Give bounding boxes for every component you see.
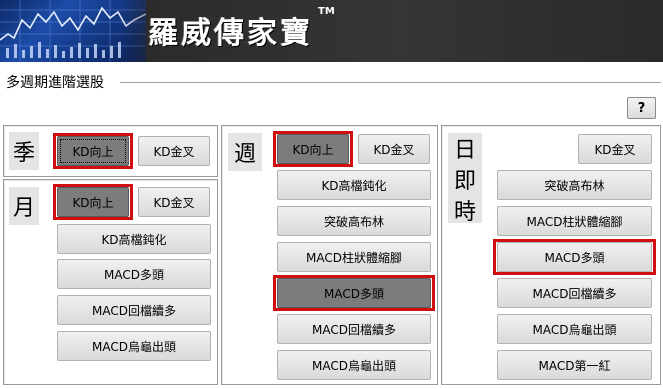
season-kd-golden-cross-button[interactable]: KD金叉 xyxy=(138,136,210,166)
week-kd-golden-cross-button[interactable]: KD金叉 xyxy=(358,134,430,164)
week-macd-histogram-shrink-button[interactable]: MACD柱狀體縮腳 xyxy=(277,242,431,272)
app-banner: 羅威傳家寶 TM xyxy=(0,0,663,62)
day-kd-golden-cross-button[interactable]: KD金叉 xyxy=(578,134,652,164)
month-kd-up-button[interactable]: KD向上 xyxy=(57,187,129,217)
day-breakout-bollinger-button[interactable]: 突破高布林 xyxy=(497,170,652,200)
season-kd-up-button[interactable]: KD向上 xyxy=(57,136,129,166)
day-macd-pullback-button[interactable]: MACD回檔續多 xyxy=(497,278,652,308)
week-macd-bull-button[interactable]: MACD多頭 xyxy=(277,278,431,308)
week-macd-pullback-button[interactable]: MACD回檔續多 xyxy=(277,314,431,344)
day-label-char-3: 時 xyxy=(453,200,476,225)
month-label: 月 xyxy=(9,187,39,225)
day-label-char-1: 日 xyxy=(453,138,476,163)
month-kd-high-blunt-button[interactable]: KD高檔鈍化 xyxy=(57,224,211,254)
day-macd-first-red-button[interactable]: MACD第一紅 xyxy=(497,350,652,380)
help-button[interactable]: ? xyxy=(627,97,656,119)
week-kd-high-blunt-button[interactable]: KD高檔鈍化 xyxy=(277,170,431,200)
week-breakout-bollinger-button[interactable]: 突破高布林 xyxy=(277,206,431,236)
day-label-char-2: 即 xyxy=(453,169,476,194)
day-macd-histogram-shrink-button[interactable]: MACD柱狀體縮腳 xyxy=(497,206,652,236)
day-macd-turtle-button[interactable]: MACD烏龜出頭 xyxy=(497,314,652,344)
trademark-mark: TM xyxy=(318,6,335,17)
month-kd-golden-cross-button[interactable]: KD金叉 xyxy=(138,187,210,217)
week-kd-up-button[interactable]: KD向上 xyxy=(277,134,349,164)
month-macd-turtle-button[interactable]: MACD烏龜出頭 xyxy=(57,331,211,361)
day-realtime-label: 日 即 時 xyxy=(448,133,482,225)
week-label: 週 xyxy=(228,133,262,171)
group-divider xyxy=(120,82,661,83)
week-macd-turtle-button[interactable]: MACD烏龜出頭 xyxy=(277,350,431,380)
day-macd-bull-button[interactable]: MACD多頭 xyxy=(497,242,652,272)
month-macd-pullback-button[interactable]: MACD回檔續多 xyxy=(57,295,211,325)
group-title: 多週期進階選股 xyxy=(6,75,104,91)
app-logo-title: 羅威傳家寶 xyxy=(148,16,313,51)
season-label: 季 xyxy=(9,132,39,170)
month-macd-bull-button[interactable]: MACD多頭 xyxy=(57,259,211,289)
